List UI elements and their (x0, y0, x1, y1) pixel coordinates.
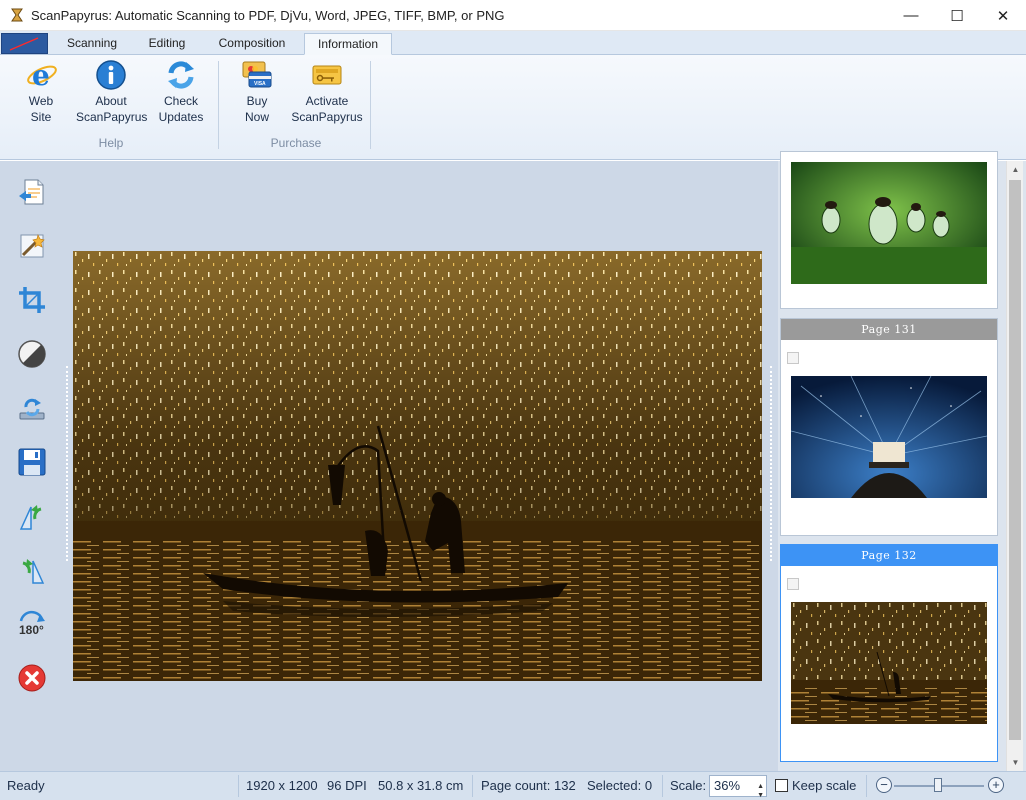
svg-text:180°: 180° (19, 623, 44, 637)
image-resolution: 1920 x 1200 (246, 778, 318, 793)
main-workspace: 180° (0, 161, 778, 771)
contrast-icon[interactable] (15, 337, 49, 371)
about-button[interactable]: About ScanPapyrus (76, 59, 148, 125)
thumbnails-scrollbar[interactable]: ▲ ▼ (1006, 161, 1023, 771)
info-icon (95, 59, 127, 91)
credit-cards-icon: VISA (241, 59, 273, 91)
wand-edit-icon[interactable] (15, 229, 49, 263)
rescan-icon[interactable] (15, 391, 49, 425)
check-updates-button[interactable]: Check Updates (154, 59, 208, 125)
image-dpi: 96 DPI (327, 778, 367, 793)
activate-button[interactable]: Activate ScanPapyrus (290, 59, 364, 125)
purchase-group-label: Purchase (270, 136, 322, 150)
scroll-thumb[interactable] (1009, 180, 1021, 740)
scroll-down-arrow-icon[interactable]: ▼ (1007, 754, 1024, 771)
license-key-icon (311, 59, 343, 91)
rotate-left-icon[interactable] (15, 499, 49, 533)
thumbnail-image (791, 602, 987, 724)
web-site-button[interactable]: e Web Site (14, 59, 68, 125)
delete-icon[interactable] (15, 661, 49, 695)
window-title: ScanPapyrus: Automatic Scanning to PDF, … (31, 7, 505, 23)
internet-explorer-icon: e (25, 59, 57, 92)
keep-scale-label: Keep scale (792, 778, 857, 793)
title-bar: ScanPapyrus: Automatic Scanning to PDF, … (0, 0, 1026, 31)
scale-value: 36% (714, 778, 741, 793)
page-count: Page count: 132 (481, 778, 576, 793)
thumbnail-card-selected[interactable]: Page 132 (780, 544, 998, 762)
keep-scale-checkbox[interactable] (775, 779, 788, 792)
thumbnail-checkbox[interactable] (787, 352, 799, 364)
close-button[interactable]: ✕ (980, 0, 1026, 31)
buy-now-label: Buy Now (244, 94, 269, 124)
ribbon-tab-bar: Scanning Editing Composition Information (0, 31, 1026, 55)
help-group-label: Help (98, 136, 124, 150)
selection-guide (770, 366, 772, 561)
status-text: Ready (7, 778, 45, 793)
page-preview-image[interactable] (73, 251, 762, 681)
crop-icon[interactable] (15, 283, 49, 317)
about-label: About ScanPapyrus (76, 94, 148, 124)
svg-text:e: e (32, 59, 50, 91)
ribbon-separator (370, 61, 371, 149)
status-separator (238, 775, 239, 797)
scroll-up-arrow-icon[interactable]: ▲ (1007, 161, 1024, 178)
image-size: 50.8 x 31.8 cm (378, 778, 464, 793)
selection-guide (66, 366, 68, 561)
zoom-out-button[interactable]: − (876, 777, 892, 793)
zoom-in-button[interactable]: + (988, 777, 1004, 793)
zoom-slider-thumb[interactable] (934, 778, 942, 792)
thumbnail-card[interactable]: Page 131 (780, 318, 998, 536)
buy-now-button[interactable]: VISA Buy Now (234, 59, 280, 125)
app-menu-button[interactable] (1, 33, 48, 54)
minimize-button[interactable]: — (888, 0, 934, 31)
maximize-button[interactable]: ☐ (934, 0, 980, 31)
thumbnail-page-label: Page 132 (781, 545, 997, 566)
activate-label: Activate ScanPapyrus (291, 94, 363, 124)
tab-editing[interactable]: Editing (136, 33, 198, 55)
scale-label: Scale: (670, 778, 707, 793)
thumbnail-image (791, 376, 987, 498)
check-updates-label: Check Updates (158, 94, 204, 124)
page-thumbnails-panel: Page 131 Page 132 (778, 151, 1026, 771)
thumbnail-card[interactable] (780, 151, 998, 309)
rotate-right-icon[interactable] (15, 553, 49, 587)
status-separator (472, 775, 473, 797)
refresh-icon (165, 59, 197, 91)
thumbnail-page-label: Page 131 (781, 319, 997, 340)
rotate-180-icon[interactable]: 180° (15, 607, 49, 641)
scanpapyrus-logo-icon (9, 7, 25, 23)
tab-information[interactable]: Information (304, 33, 392, 55)
status-separator (662, 775, 663, 797)
import-document-icon[interactable] (15, 175, 49, 209)
tab-scanning[interactable]: Scanning (56, 33, 128, 55)
thumbnail-image (791, 162, 987, 284)
ribbon-panel: e Web Site About ScanPapyrus Check Updat… (0, 55, 1026, 160)
status-separator (866, 775, 867, 797)
save-icon[interactable] (15, 445, 49, 479)
tab-composition[interactable]: Composition (206, 33, 298, 55)
svg-text:VISA: VISA (254, 81, 266, 87)
ribbon-separator (218, 61, 219, 149)
spin-down-icon[interactable]: ▼ (757, 786, 764, 800)
scale-input[interactable]: 36% ▲ ▼ (709, 775, 767, 800)
left-toolbar: 180° (0, 161, 62, 771)
status-bar: Ready 1920 x 1200 96 DPI 50.8 x 31.8 cm … (0, 771, 1026, 800)
thumbnail-checkbox[interactable] (787, 578, 799, 590)
web-site-label: Web Site (28, 94, 54, 124)
selected-count: Selected: 0 (587, 778, 653, 793)
